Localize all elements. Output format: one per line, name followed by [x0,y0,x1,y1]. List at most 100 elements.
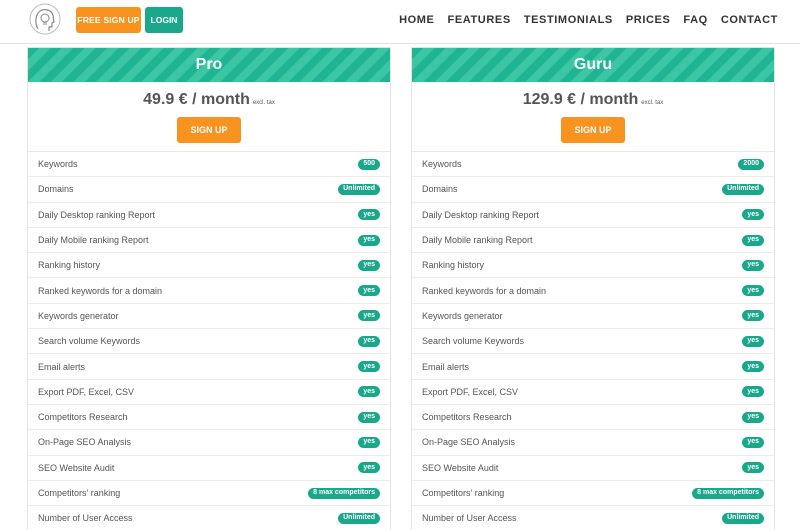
feature-badge: 500 [358,158,380,170]
feature-label: Search volume Keywords [38,336,141,347]
feature-label: Competitors' ranking [38,488,121,498]
feature-badge: Unlimited [722,183,764,195]
main-nav: HOME FEATURES TESTIMONIALS PRICES FAQ CO… [399,14,778,26]
feature-row: Email alerts yes [28,354,390,380]
feature-row: Keywords generator yes [412,304,774,330]
feature-row: Export PDF, Excel, CSV yes [412,380,774,405]
feature-label: Domains [422,184,458,195]
feature-label: Domains [38,184,74,195]
feature-row: Email alerts yes [412,354,774,380]
feature-badge: yes [742,335,764,347]
feature-badge: yes [742,361,764,373]
nav-features[interactable]: FEATURES [448,14,511,26]
feature-row: Ranking history yes [28,253,390,279]
feature-row: Keywords 2000 [412,152,774,178]
site-header: FREE SIGN UP LOGIN HOME FEATURES TESTIMO… [0,0,800,44]
feature-label: Keywords generator [38,310,119,321]
feature-label: Ranking history [38,260,101,271]
feature-badge: Unlimited [338,512,380,524]
plan-signup-button[interactable]: SIGN UP [561,117,625,143]
feature-row: SEO Website Audit yes [28,456,390,481]
feature-badge: yes [742,436,764,448]
price-section: 49.9 € / month excl. tax SIGN UP [28,82,390,152]
feature-badge: yes [742,285,764,297]
feature-badge: yes [742,462,764,474]
feature-row: Number of User Access Unlimited [412,506,774,530]
plan-card-guru: Guru 129.9 € / month excl. tax SIGN UP Ke… [411,47,775,530]
feature-row: Daily Desktop ranking Report yes [28,203,390,228]
feature-row: Competitors Research yes [28,405,390,431]
feature-label: Export PDF, Excel, CSV [38,386,135,397]
feature-list: Keywords 500 Domains Unlimited Daily Deskt… [28,152,390,530]
feature-row: Competitors' ranking 8 max competitors [28,481,390,507]
feature-badge: 8 max competitors [692,487,764,499]
feature-badge: Unlimited [338,183,380,195]
feature-row: Search volume Keywords yes [28,329,390,355]
feature-label: Email alerts [422,361,470,372]
feature-label: On-Page SEO Analysis [422,437,516,448]
feature-label: Competitors' ranking [422,488,505,498]
feature-badge: 8 max competitors [308,487,380,499]
feature-badge: yes [358,335,380,347]
nav-testimonials[interactable]: TESTIMONIALS [524,14,613,26]
feature-row: Number of User Access Unlimited [28,506,390,530]
nav-faq[interactable]: FAQ [683,14,707,26]
feature-label: Email alerts [38,361,86,372]
feature-label: Number of User Access [38,513,133,524]
feature-label: Number of User Access [422,513,517,524]
price-note: excl. tax [252,100,275,106]
feature-badge: yes [358,361,380,373]
feature-row: Competitors' ranking 8 max competitors [412,481,774,507]
feature-row: Export PDF, Excel, CSV yes [28,380,390,405]
lightbulb-head-icon[interactable] [27,2,63,38]
feature-badge: yes [742,209,764,221]
feature-row: On-Page SEO Analysis yes [28,430,390,456]
price-note: excl. tax [641,100,664,106]
plan-price: 49.9 € / month excl. tax [143,91,275,108]
feature-badge: yes [742,310,764,322]
feature-badge: yes [358,209,380,221]
login-button[interactable]: LOGIN [145,7,183,33]
feature-row: Ranked keywords for a domain yes [412,278,774,304]
feature-badge: yes [358,386,380,398]
feature-badge: yes [358,234,380,246]
plan-price: 129.9 € / month excl. tax [522,91,664,108]
nav-prices[interactable]: PRICES [626,14,671,26]
plan-card-pro: Pro 49.9 € / month excl. tax SIGN UP Keyw… [27,47,391,530]
feature-row: Domains Unlimited [28,177,390,203]
feature-label: Export PDF, Excel, CSV [422,386,519,397]
feature-badge: yes [742,411,764,423]
feature-row: Search volume Keywords yes [412,329,774,355]
nav-contact[interactable]: CONTACT [721,14,778,26]
feature-row: Ranked keywords for a domain yes [28,278,390,304]
feature-label: Competitors Research [422,412,512,423]
feature-row: On-Page SEO Analysis yes [412,430,774,456]
free-signup-button[interactable]: FREE SIGN UP [76,7,141,33]
feature-badge: Unlimited [722,512,764,524]
feature-row: SEO Website Audit yes [412,456,774,481]
feature-label: Ranking history [422,260,485,271]
feature-badge: yes [742,259,764,271]
feature-row: Competitors Research yes [412,405,774,431]
feature-badge: yes [358,259,380,271]
price-section: 129.9 € / month excl. tax SIGN UP [412,82,774,152]
plan-title: Pro [28,48,390,82]
feature-label: Keywords [38,159,78,170]
feature-row: Keywords 500 [28,152,390,178]
feature-label: Daily Desktop ranking Report [38,209,156,220]
feature-label: Competitors Research [38,412,128,423]
feature-label: Keywords generator [422,310,503,321]
feature-badge: yes [742,234,764,246]
feature-badge: yes [358,285,380,297]
nav-home[interactable]: HOME [399,14,434,26]
feature-label: Search volume Keywords [422,336,525,347]
feature-badge: yes [358,436,380,448]
feature-badge: yes [742,386,764,398]
feature-row: Domains Unlimited [412,177,774,203]
feature-label: On-Page SEO Analysis [38,437,132,448]
plan-signup-button[interactable]: SIGN UP [177,117,241,143]
feature-badge: yes [358,462,380,474]
feature-badge: yes [358,310,380,322]
feature-row: Ranking history yes [412,253,774,279]
feature-label: SEO Website Audit [422,462,499,473]
